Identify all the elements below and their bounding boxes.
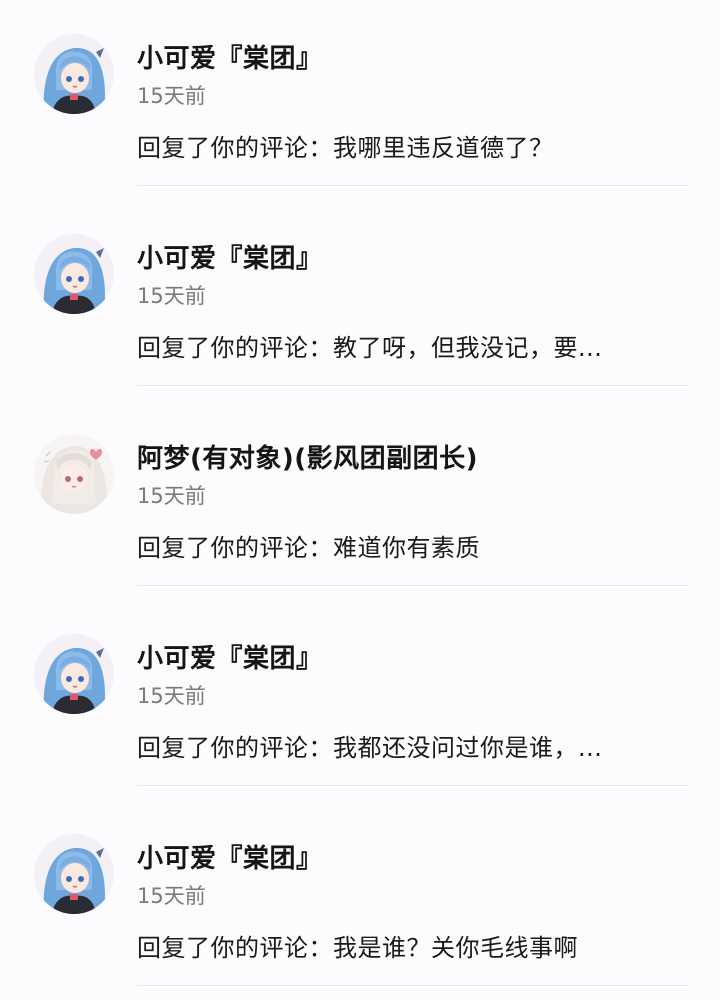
username[interactable]: 小可爱『棠团』 <box>137 38 323 75</box>
blue-hair-avatar-icon[interactable] <box>34 234 114 314</box>
white-hair-avatar-icon[interactable] <box>34 434 114 514</box>
username[interactable]: 小可爱『棠团』 <box>137 238 323 275</box>
blue-hair-avatar-icon[interactable] <box>34 34 114 114</box>
blue-hair-avatar-icon[interactable] <box>34 634 114 714</box>
notification-item[interactable]: 小可爱『棠团』 15天前 回复了你的评论：教了呀，但我没记，要... <box>0 200 720 400</box>
timestamp: 15天前 <box>137 484 206 508</box>
divider <box>137 385 688 386</box>
reply-content[interactable]: 回复了你的评论：教了呀，但我没记，要... <box>137 328 602 363</box>
reply-content[interactable]: 回复了你的评论：我哪里违反道德了？ <box>137 128 554 163</box>
timestamp: 15天前 <box>137 284 206 308</box>
reply-content[interactable]: 回复了你的评论：难道你有素质 <box>137 528 480 563</box>
notification-item[interactable]: 小可爱『棠团』 15天前 回复了你的评论：我哪里违反道德了？ <box>0 0 720 200</box>
username[interactable]: 小可爱『棠团』 <box>137 638 323 675</box>
notification-item[interactable]: 阿梦(有对象)(影风团副团长) 15天前 回复了你的评论：难道你有素质 <box>0 400 720 600</box>
notification-list: 小可爱『棠团』 15天前 回复了你的评论：我哪里违反道德了？ 小可爱『棠团』 1… <box>0 0 720 991</box>
divider <box>137 985 688 986</box>
username[interactable]: 小可爱『棠团』 <box>137 838 323 875</box>
divider <box>137 585 688 586</box>
notification-item[interactable]: 小可爱『棠团』 15天前 回复了你的评论：我是谁？关你毛线事啊 <box>0 800 720 1000</box>
timestamp: 15天前 <box>137 884 206 908</box>
reply-content[interactable]: 回复了你的评论：我都还没问过你是谁，... <box>137 728 602 763</box>
timestamp: 15天前 <box>137 84 206 108</box>
reply-content[interactable]: 回复了你的评论：我是谁？关你毛线事啊 <box>137 928 578 963</box>
divider <box>137 785 688 786</box>
divider <box>137 185 688 186</box>
notification-item[interactable]: 小可爱『棠团』 15天前 回复了你的评论：我都还没问过你是谁，... <box>0 600 720 800</box>
blue-hair-avatar-icon[interactable] <box>34 834 114 914</box>
username[interactable]: 阿梦(有对象)(影风团副团长) <box>137 438 478 475</box>
timestamp: 15天前 <box>137 684 206 708</box>
